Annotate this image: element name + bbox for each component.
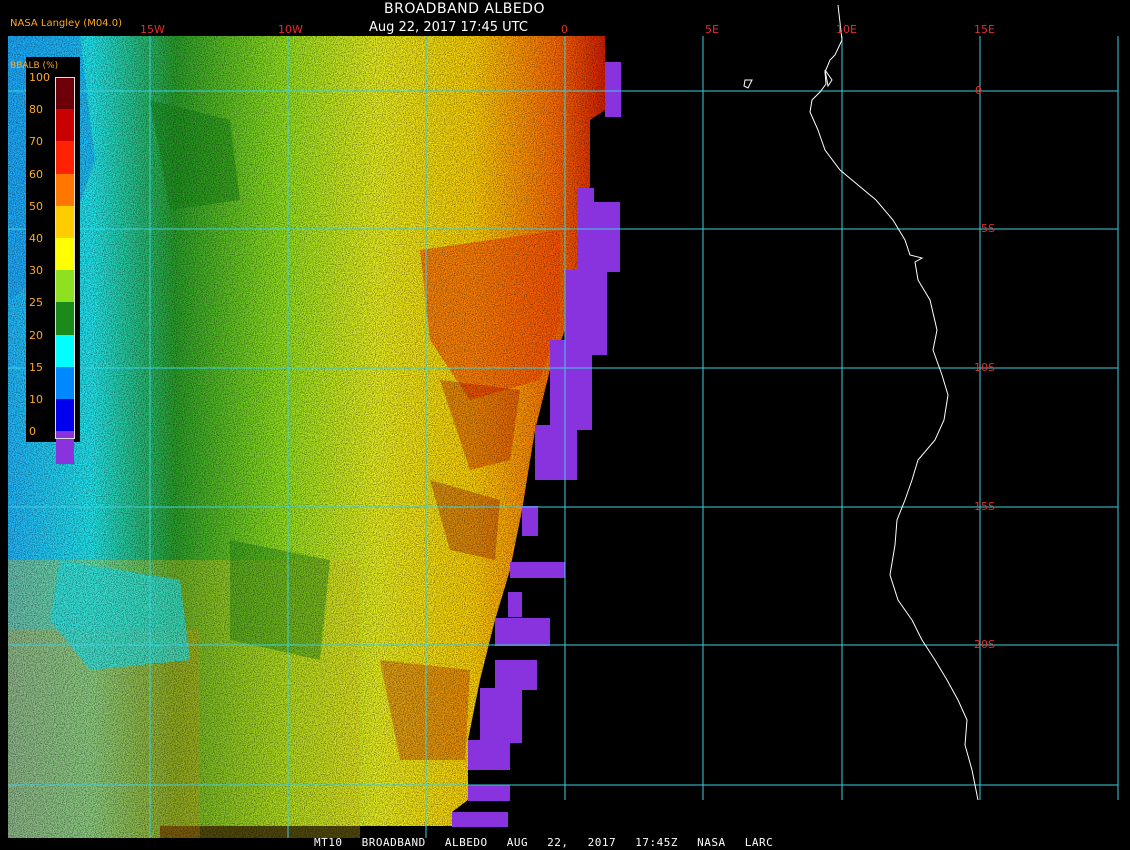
legend-tick-label: 80 xyxy=(29,103,43,117)
legend-tick-label: 20 xyxy=(29,328,43,342)
legend-tick-label: 10 xyxy=(29,393,43,406)
organization-label: NASA Langley (M04.0) xyxy=(10,18,122,29)
color-legend: BBALB (%) 100 80 70 60 50 40 30 25 20 15 10 0 xyxy=(10,57,80,465)
lat-label-20s: 20S xyxy=(974,638,995,651)
legend-bar-frame xyxy=(55,77,75,439)
legend-tick-label: 0 xyxy=(29,425,36,439)
legend-title: BBALB (%) xyxy=(10,61,59,71)
albedo-map xyxy=(8,4,1119,838)
satellite-map-viewport: BROADBAND ALBEDO Aug 22, 2017 17:45 UTC … xyxy=(0,0,1130,850)
lon-label-10e: 10E xyxy=(836,23,857,36)
legend-tick-label: 100 xyxy=(29,71,50,84)
lon-label-15w: 15W xyxy=(140,23,165,36)
lat-label-15s: 15S xyxy=(974,500,995,513)
observation-datetime: Aug 22, 2017 17:45 UTC xyxy=(369,20,528,35)
lat-label-5s: 5S xyxy=(981,222,995,235)
legend-tick-label: 25 xyxy=(29,296,43,310)
legend-tick-label: 70 xyxy=(29,135,43,149)
product-title: BROADBAND ALBEDO xyxy=(384,1,545,17)
lon-label-0: 0 xyxy=(561,23,568,36)
lat-label-0: 0 xyxy=(975,84,982,97)
legend-tick-label: 40 xyxy=(29,232,43,245)
lat-label-10s: 10S xyxy=(974,361,995,374)
footer-caption: MT10 BROADBAND ALBEDO AUG 22, 2017 17:45… xyxy=(314,836,774,849)
legend-tick-label: 60 xyxy=(29,167,43,181)
lon-label-5e: 5E xyxy=(705,23,719,36)
legend-tick-label: 15 xyxy=(29,360,43,374)
coastline xyxy=(743,4,979,801)
lon-label-10w: 10W xyxy=(278,23,303,36)
lon-label-15e: 15E xyxy=(974,23,995,36)
legend-tick-label: 50 xyxy=(29,199,43,213)
legend-tick-label: 30 xyxy=(29,264,43,278)
